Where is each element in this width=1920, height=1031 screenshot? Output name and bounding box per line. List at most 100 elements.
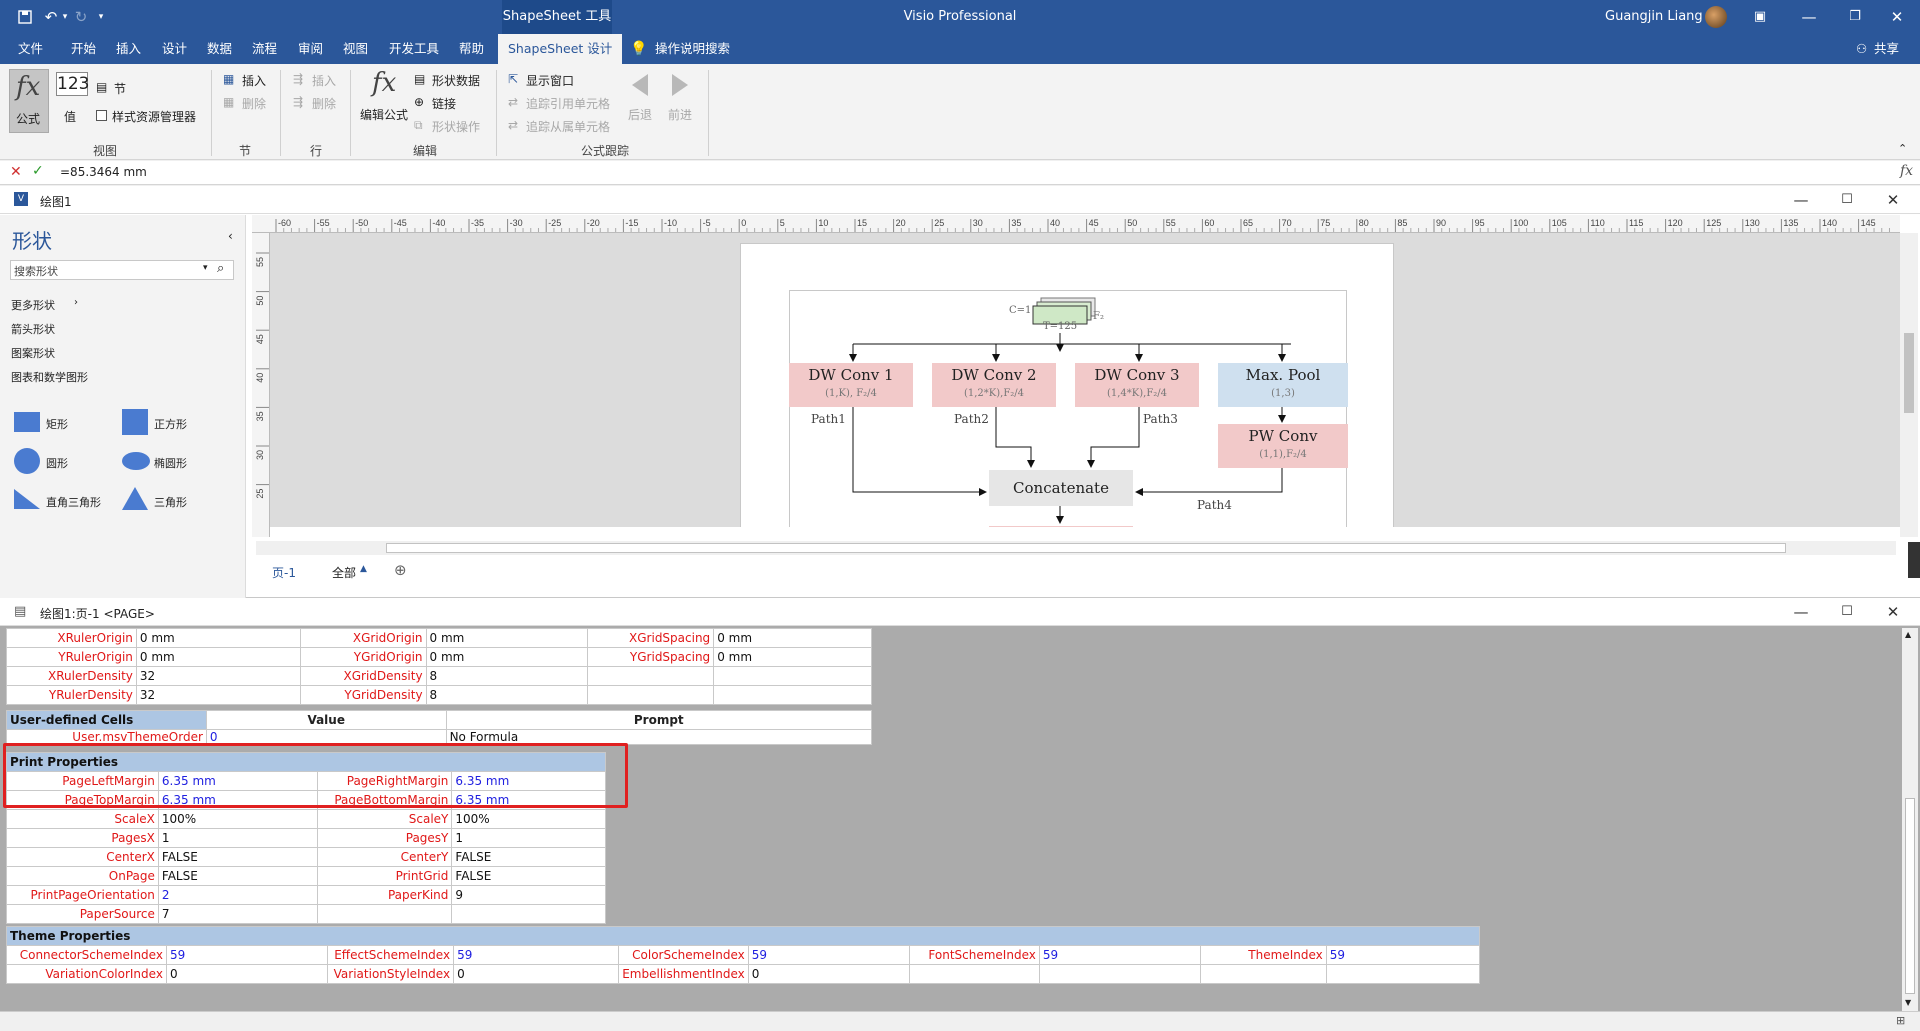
cell-value[interactable]: 100%	[157, 809, 319, 829]
section-view-button[interactable]: 节	[114, 80, 126, 97]
save-icon[interactable]	[14, 0, 36, 34]
cell-value[interactable]: 8	[425, 685, 589, 705]
trace-precedents-button[interactable]: 追踪引用单元格	[526, 95, 610, 112]
scroll-thumb[interactable]	[1905, 798, 1915, 994]
stencil-chart-math-shapes[interactable]: 图表和数学图形	[11, 369, 88, 385]
edit-formula-button[interactable]: 编辑公式	[360, 106, 408, 123]
rectangle-shape-icon[interactable]	[14, 412, 40, 432]
collapse-panel-icon[interactable]: ‹	[228, 229, 233, 243]
cell-value[interactable]	[713, 685, 872, 705]
tab-file[interactable]: 文件	[18, 34, 43, 64]
cell-value[interactable]: 59	[1325, 945, 1481, 965]
cell-value[interactable]	[451, 904, 606, 924]
cell-value[interactable]: FALSE	[451, 847, 606, 867]
tab-insert[interactable]: 插入	[116, 34, 141, 64]
delete-row-button[interactable]: 删除	[312, 95, 336, 112]
cell-value[interactable]: 100%	[451, 809, 606, 829]
cell-value[interactable]: FALSE	[157, 847, 319, 867]
scroll-up-icon[interactable]: ▲	[1905, 630, 1911, 639]
customize-qat-icon[interactable]: ▾	[94, 0, 108, 34]
cell-name[interactable]: PaperKind	[317, 885, 453, 905]
ellipse-shape-icon[interactable]	[122, 452, 150, 470]
cell-name[interactable]: ScaleX	[6, 809, 159, 829]
cell-value[interactable]: 0	[747, 964, 910, 984]
resize-grip-icon[interactable]: ⊞	[1896, 1014, 1905, 1027]
cell-value[interactable]: 1	[157, 828, 319, 848]
cell-value[interactable]: 59	[453, 945, 620, 965]
cell-name[interactable]: XRulerOrigin	[6, 628, 137, 648]
minimize-button[interactable]: —	[1778, 598, 1824, 626]
tab-developer[interactable]: 开发工具	[389, 34, 439, 64]
cell-value[interactable]: 0 mm	[135, 628, 301, 648]
style-explorer-checkbox[interactable]	[96, 110, 107, 121]
cell-name[interactable]	[587, 685, 715, 705]
cell-value[interactable]: 59	[165, 945, 329, 965]
cell-value[interactable]	[713, 666, 872, 686]
tab-help[interactable]: 帮助	[459, 34, 484, 64]
cell-value[interactable]: 59	[747, 945, 910, 965]
cell-name[interactable]: YRulerOrigin	[6, 647, 137, 667]
cell-value[interactable]: 0 mm	[713, 628, 872, 648]
value-icon[interactable]: 123	[56, 72, 89, 96]
forward-button[interactable]: 前进	[668, 106, 692, 123]
cell-value[interactable]: 0	[453, 964, 620, 984]
undo-icon[interactable]: ↶	[40, 0, 62, 34]
circle-shape-icon[interactable]	[14, 448, 40, 474]
formula-view-button[interactable]: fx 公式	[9, 69, 49, 133]
cell-value[interactable]: 1	[451, 828, 606, 848]
cell-name[interactable]: PrintGrid	[317, 866, 453, 886]
cell-name[interactable]	[317, 904, 453, 924]
back-arrow-icon[interactable]	[628, 72, 652, 101]
collapse-ribbon-icon[interactable]: ⌃	[1898, 142, 1907, 155]
cell-value[interactable]: 9	[451, 885, 606, 905]
tab-process[interactable]: 流程	[252, 34, 277, 64]
section-header[interactable]: Theme Properties	[6, 926, 1480, 946]
tab-view[interactable]: 视图	[343, 34, 368, 64]
value-view-label[interactable]: 值	[64, 108, 76, 125]
restore-button[interactable]: ❐	[1832, 0, 1878, 34]
cell-value[interactable]: 0 mm	[713, 647, 872, 667]
cell-name[interactable]: YGridDensity	[299, 685, 427, 705]
insert-row-button[interactable]: 插入	[312, 72, 336, 89]
stencil-pattern-shapes[interactable]: 图案形状	[11, 345, 55, 361]
section-header[interactable]: User-defined Cells	[6, 710, 207, 730]
cell-name[interactable]	[1200, 964, 1327, 984]
tab-home[interactable]: 开始	[71, 34, 96, 64]
cell-name[interactable]: CenterX	[6, 847, 159, 867]
cell-name[interactable]: FontSchemeIndex	[908, 945, 1040, 965]
cell-name[interactable]: YGridOrigin	[299, 647, 427, 667]
shape-search-input[interactable]: 搜索形状 ▾ ⌕	[10, 260, 234, 280]
cell-name[interactable]: VariationColorIndex	[6, 964, 167, 984]
undo-dropdown-icon[interactable]: ▾	[60, 0, 70, 34]
scroll-down-icon[interactable]: ▼	[1905, 998, 1911, 1007]
cell-name[interactable]: ScaleY	[317, 809, 453, 829]
scroll-thumb[interactable]	[1904, 333, 1914, 413]
avatar[interactable]	[1705, 6, 1727, 28]
cell-value[interactable]	[1038, 964, 1202, 984]
back-button[interactable]: 后退	[628, 106, 652, 123]
cell-value[interactable]: 0 mm	[135, 647, 301, 667]
right-triangle-shape-label[interactable]: 直角三角形	[46, 494, 101, 510]
cell-name[interactable]: XRulerDensity	[6, 666, 137, 686]
all-pages-tab[interactable]: 全部	[332, 564, 356, 581]
triangle-shape-icon[interactable]	[122, 487, 150, 514]
cell-value[interactable]: 2	[157, 885, 319, 905]
drawing-page[interactable]: C=1 T=125 F₂ DW Conv 1 (1,K), F₂/4 DW Co…	[740, 243, 1394, 527]
trace-dependents-button[interactable]: 追踪从属单元格	[526, 118, 610, 135]
minimize-button[interactable]: —	[1786, 0, 1832, 34]
ellipse-shape-label[interactable]: 椭圆形	[154, 455, 187, 471]
cell-name[interactable]	[587, 666, 715, 686]
vertical-scrollbar[interactable]	[1900, 233, 1918, 537]
drawing-canvas[interactable]: C=1 T=125 F₂ DW Conv 1 (1,K), F₂/4 DW Co…	[270, 233, 1900, 527]
cell-name[interactable]: CenterY	[317, 847, 453, 867]
minimize-button[interactable]: —	[1778, 186, 1824, 214]
forward-arrow-icon[interactable]	[668, 72, 692, 101]
cell-value[interactable]: 8	[425, 666, 589, 686]
cell-name[interactable]: EmbellishmentIndex	[618, 964, 749, 984]
cell-value[interactable]	[1325, 964, 1481, 984]
cell-value[interactable]: 32	[135, 685, 301, 705]
cell-name[interactable]: YGridSpacing	[587, 647, 715, 667]
cell-value[interactable]: FALSE	[157, 866, 319, 886]
cell-name[interactable]: YRulerDensity	[6, 685, 137, 705]
cancel-formula-icon[interactable]: ✕	[10, 164, 22, 180]
